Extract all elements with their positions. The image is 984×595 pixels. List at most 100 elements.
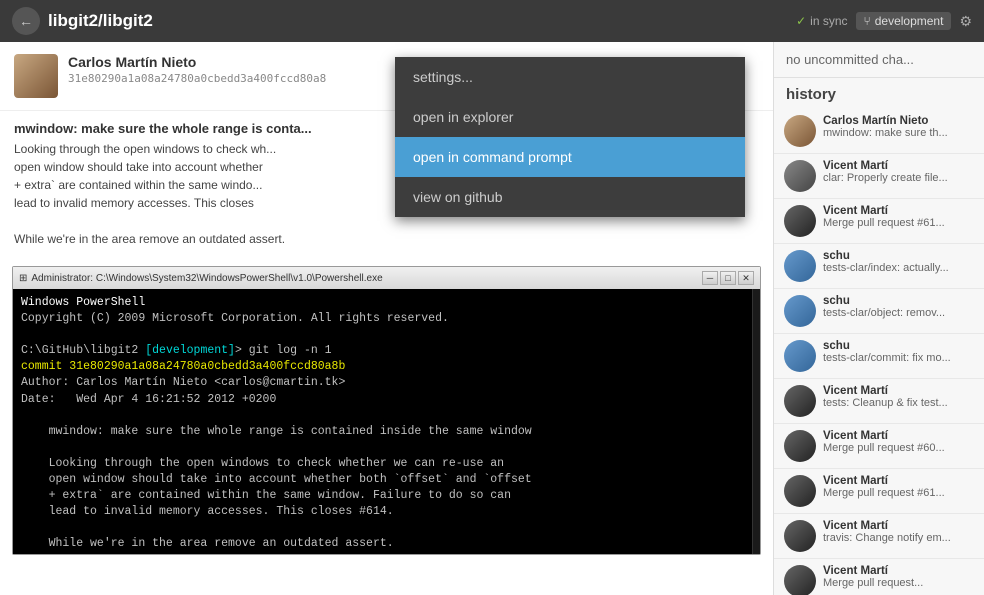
history-avatar	[784, 475, 816, 507]
menu-item-command-prompt[interactable]: open in command prompt	[395, 137, 745, 177]
history-avatar	[784, 115, 816, 147]
sync-status: ✓ in sync	[796, 14, 847, 28]
history-avatar	[784, 385, 816, 417]
history-item[interactable]: Vicent Martí Merge pull request #61...	[774, 199, 984, 244]
history-author: Vicent Martí	[823, 385, 974, 397]
terminal-line: mwindow: make sure the whole range is co…	[21, 424, 752, 440]
terminal-icon: ⊞	[19, 273, 27, 284]
terminal-line: C:\GitHub\libgit2 [development]>	[21, 553, 752, 555]
sync-label: in sync	[810, 14, 847, 28]
repo-title: libgit2/libgit2	[48, 11, 788, 31]
terminal-line: Copyright (C) 2009 Microsoft Corporation…	[21, 311, 752, 327]
close-button[interactable]: ✕	[738, 271, 754, 285]
history-author: Vicent Martí	[823, 430, 974, 442]
history-title: history	[774, 78, 984, 109]
history-item[interactable]: Vicent Martí Merge pull request #60...	[774, 424, 984, 469]
history-meta: Vicent Martí Merge pull request...	[823, 565, 974, 589]
gear-icon[interactable]: ⚙	[959, 13, 972, 30]
main-layout: Carlos Martín Nieto 31e80290a1a08a24780a…	[0, 42, 984, 595]
terminal-scrollbar[interactable]	[752, 289, 760, 554]
back-button[interactable]: ←	[12, 7, 40, 35]
history-avatar	[784, 295, 816, 327]
history-avatar	[784, 340, 816, 372]
history-author: Vicent Martí	[823, 160, 974, 172]
history-meta: schu tests-clar/index: actually...	[823, 250, 974, 274]
history-item[interactable]: Vicent Martí travis: Change notify em...	[774, 514, 984, 559]
terminal-title: Administrator: C:\Windows\System32\Windo…	[31, 273, 698, 284]
menu-item-explorer[interactable]: open in explorer	[395, 97, 745, 137]
sync-check-icon: ✓	[796, 14, 806, 28]
left-panel: Carlos Martín Nieto 31e80290a1a08a24780a…	[0, 42, 774, 595]
history-message: clar: Properly create file...	[823, 172, 974, 184]
history-message: Merge pull request...	[823, 577, 974, 589]
app-header: ← libgit2/libgit2 ✓ in sync ⑂ developmen…	[0, 0, 984, 42]
history-meta: Vicent Martí Merge pull request #61...	[823, 205, 974, 229]
history-item[interactable]: Vicent Martí Merge pull request #61...	[774, 469, 984, 514]
history-item[interactable]: Vicent Martí tests: Cleanup & fix test..…	[774, 379, 984, 424]
back-icon: ←	[19, 13, 33, 29]
history-avatar	[784, 430, 816, 462]
branch-badge[interactable]: ⑂ development	[856, 12, 952, 30]
history-list: Carlos Martín Nieto mwindow: make sure t…	[774, 109, 984, 595]
history-message: Merge pull request #61...	[823, 487, 974, 499]
history-message: tests: Cleanup & fix test...	[823, 397, 974, 409]
terminal-line: C:\GitHub\libgit2 [development]> git log…	[21, 343, 752, 359]
terminal-line: Looking through the open windows to chec…	[21, 456, 752, 472]
history-avatar	[784, 520, 816, 552]
history-author: Carlos Martín Nieto	[823, 115, 974, 127]
terminal-line: Windows PowerShell	[21, 295, 752, 311]
history-meta: Vicent Martí tests: Cleanup & fix test..…	[823, 385, 974, 409]
terminal-line: commit 31e80290a1a08a24780a0cbedd3a400fc…	[21, 359, 752, 375]
history-message: mwindow: make sure th...	[823, 127, 974, 139]
history-item[interactable]: schu tests-clar/index: actually...	[774, 244, 984, 289]
history-item[interactable]: Vicent Martí Merge pull request...	[774, 559, 984, 595]
history-item[interactable]: schu tests-clar/object: remov...	[774, 289, 984, 334]
history-meta: Vicent Martí travis: Change notify em...	[823, 520, 974, 544]
history-message: tests-clar/index: actually...	[823, 262, 974, 274]
terminal-line: Author: Carlos Martín Nieto <carlos@cmar…	[21, 375, 752, 391]
history-author: schu	[823, 340, 974, 352]
branch-icon: ⑂	[864, 14, 871, 28]
terminal-line	[21, 440, 752, 456]
history-author: Vicent Martí	[823, 205, 974, 217]
history-author: Vicent Martí	[823, 565, 974, 577]
history-message: tests-clar/commit: fix mo...	[823, 352, 974, 364]
history-meta: schu tests-clar/commit: fix mo...	[823, 340, 974, 364]
branch-name: development	[875, 14, 944, 28]
terminal-line: While we're in the area remove an outdat…	[21, 536, 752, 552]
terminal-body[interactable]: Windows PowerShell Copyright (C) 2009 Mi…	[13, 289, 760, 554]
history-message: travis: Change notify em...	[823, 532, 974, 544]
terminal-line	[21, 520, 752, 536]
uncommitted-label: no uncommitted cha...	[774, 42, 984, 78]
terminal-line: open window should take into account whe…	[21, 472, 752, 488]
terminal-titlebar: ⊞ Administrator: C:\Windows\System32\Win…	[13, 267, 760, 289]
history-meta: Vicent Martí clar: Properly create file.…	[823, 160, 974, 184]
history-meta: Vicent Martí Merge pull request #60...	[823, 430, 974, 454]
history-avatar	[784, 160, 816, 192]
history-item[interactable]: Carlos Martín Nieto mwindow: make sure t…	[774, 109, 984, 154]
menu-item-settings[interactable]: settings...	[395, 57, 745, 97]
minimize-button[interactable]: ─	[702, 271, 718, 285]
right-panel: no uncommitted cha... history Carlos Mar…	[774, 42, 984, 595]
history-meta: Carlos Martín Nieto mwindow: make sure t…	[823, 115, 974, 139]
history-message: tests-clar/object: remov...	[823, 307, 974, 319]
terminal-line: lead to invalid memory accesses. This cl…	[21, 504, 752, 520]
history-item[interactable]: schu tests-clar/commit: fix mo...	[774, 334, 984, 379]
restore-button[interactable]: □	[720, 271, 736, 285]
history-author: schu	[823, 250, 974, 262]
history-avatar	[784, 250, 816, 282]
history-avatar	[784, 205, 816, 237]
repo-name: libgit2	[103, 11, 153, 30]
history-avatar	[784, 565, 816, 595]
history-meta: schu tests-clar/object: remov...	[823, 295, 974, 319]
history-author: schu	[823, 295, 974, 307]
context-menu: settings... open in explorer open in com…	[395, 57, 745, 217]
terminal-line: + extra` are contained within the same w…	[21, 488, 752, 504]
terminal-controls: ─ □ ✕	[702, 271, 754, 285]
history-item[interactable]: Vicent Martí clar: Properly create file.…	[774, 154, 984, 199]
history-author: Vicent Martí	[823, 475, 974, 487]
history-author: Vicent Martí	[823, 520, 974, 532]
repo-prefix: libgit2/	[48, 11, 103, 30]
terminal-line	[21, 327, 752, 343]
menu-item-github[interactable]: view on github	[395, 177, 745, 217]
